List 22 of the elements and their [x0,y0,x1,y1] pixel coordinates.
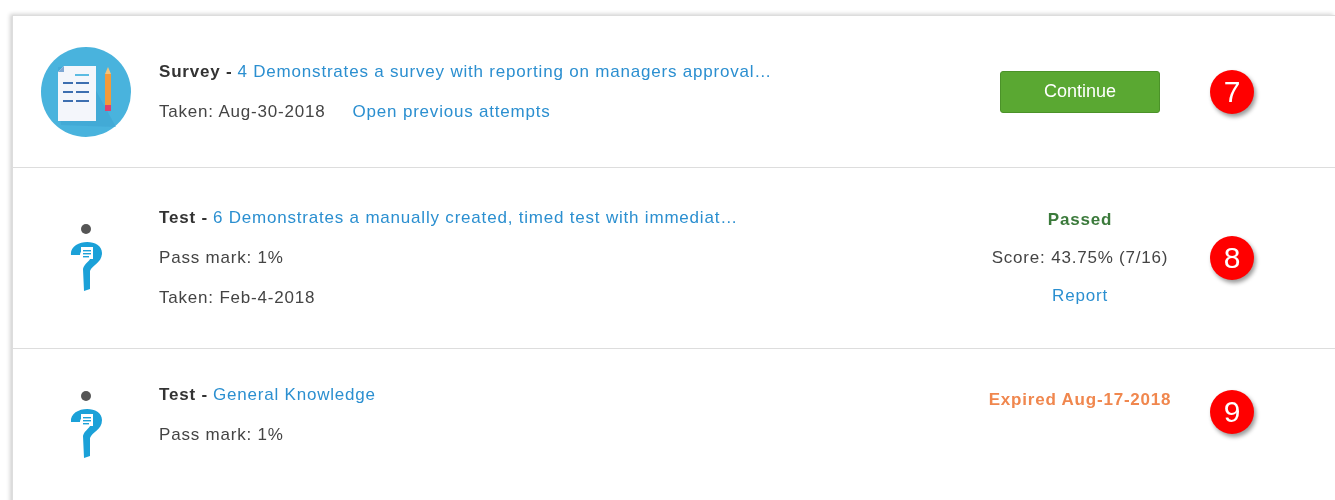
item-type: Test - [159,385,208,404]
status-label: Passed [1047,210,1113,230]
item-title-link[interactable]: 4 Demonstrates a survey with reporting on managers approval… [237,61,773,81]
number-badge: 7 [1210,69,1254,114]
question-person-icon [68,223,104,293]
score-text: Score: 43.75% (7/16) [991,248,1169,268]
survey-document-icon [41,46,131,137]
detail-text: Pass mark: 1% [159,425,284,445]
item-title-link[interactable]: 6 Demonstrates a manually created, timed test with immediat… [212,208,739,227]
detail-text: Taken: Aug-30-2018 [159,101,326,122]
item-type: Test - [159,208,208,227]
number-badge: 9 [1210,390,1254,434]
expired-label: Expired Aug-17-2018 [988,390,1172,410]
report-link[interactable]: Report [1052,286,1108,306]
continue-button[interactable]: Continue [1000,70,1160,113]
item-type: Survey - [159,61,233,81]
attempts-link[interactable]: Open previous attempts [352,101,551,122]
item-title-link[interactable]: General Knowledge [212,385,376,404]
number-badge: 8 [1210,236,1254,280]
detail-text: Pass mark: 1% [159,248,284,268]
detail-text: Taken: Feb-4-2018 [159,288,316,308]
question-person-icon [68,390,104,460]
